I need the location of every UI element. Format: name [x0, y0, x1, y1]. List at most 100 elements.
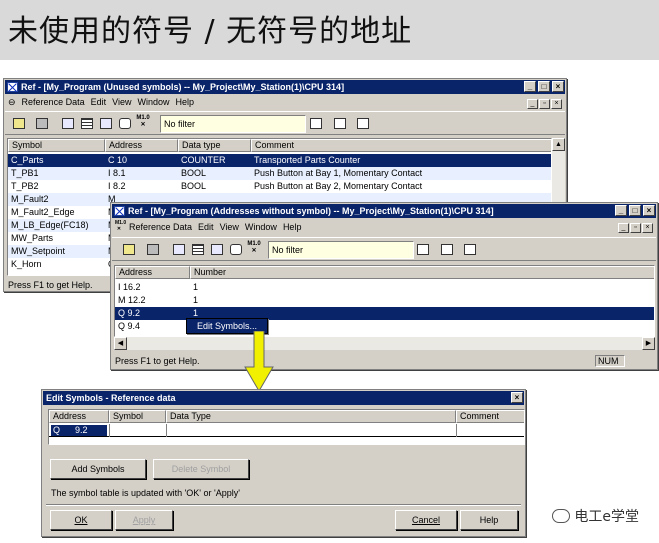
col-comment[interactable]: Comment [251, 139, 551, 152]
help-icon[interactable] [354, 115, 372, 133]
menu-help[interactable]: Help [172, 96, 197, 109]
separator [46, 504, 521, 506]
filter-icon[interactable] [307, 115, 325, 133]
symbol-cell: MW_Setpoint [11, 246, 66, 256]
scroll-left-button[interactable]: ◀ [114, 337, 127, 350]
symbol-cell: M_Fault2_Edge [11, 207, 75, 217]
col-address[interactable]: Address [115, 266, 190, 279]
ok-button[interactable]: OK [50, 510, 112, 530]
close-button[interactable]: × [552, 81, 564, 92]
table-row[interactable]: T_PB1 I 8.1 BOOL Push Button at Bay 1, Mome… [8, 167, 551, 180]
close-button[interactable]: × [643, 205, 655, 216]
comment-cell: Push Button at Bay 2, Momentary Contact [254, 181, 423, 191]
mdi-restore-button[interactable]: ▫ [539, 99, 550, 109]
edit-symbols-dialog: Edit Symbols - Reference data × Address … [41, 389, 526, 537]
help-button[interactable]: Help [460, 510, 518, 530]
cancel-button[interactable]: Cancel [395, 510, 457, 530]
status-bar: Press F1 to get Help. NUM [112, 354, 656, 368]
window-titlebar[interactable]: Ref - [My_Program (Unused symbols) -- My… [5, 80, 565, 94]
mdi-close-button[interactable]: × [551, 99, 562, 109]
col-number[interactable]: Number [190, 266, 654, 279]
table-row[interactable]: I 16.2 1 [115, 281, 654, 294]
menu-icon[interactable]: M1.0 ✕ [112, 220, 126, 232]
program-structure-icon[interactable] [97, 115, 115, 133]
add-symbols-button[interactable]: Add Symbols [50, 459, 146, 479]
col-symbol[interactable]: Symbol [8, 139, 105, 152]
address-cell: M 12.2 [118, 295, 146, 305]
maximize-button[interactable]: □ [538, 81, 550, 92]
menu-window[interactable]: Window [242, 221, 280, 234]
address-number: 9.2 [75, 425, 88, 435]
dialog-close-button[interactable]: × [511, 392, 523, 403]
col-datatype[interactable]: Data type [178, 139, 251, 152]
cross-reference-icon[interactable] [59, 115, 77, 133]
menu-help[interactable]: Help [280, 221, 305, 234]
address-cell: I 16.2 [118, 282, 141, 292]
print-icon[interactable] [144, 241, 162, 259]
table-row[interactable]: Q 9.2 [49, 424, 524, 437]
datatype-cell: BOOL [181, 181, 207, 191]
table-row[interactable]: T_PB2 I 8.2 BOOL Push Button at Bay 2, Mome… [8, 180, 551, 193]
no-symbol-icon[interactable]: M1.0 ✕ [136, 115, 150, 133]
address-cell: Q 9.4 [118, 321, 141, 331]
menu-reference-data[interactable]: Reference Data [126, 221, 195, 234]
comment-cell[interactable] [456, 424, 524, 437]
address-cell: C 10 [108, 155, 128, 165]
new-window-icon[interactable] [438, 241, 456, 259]
mdi-minimize-button[interactable]: _ [527, 99, 538, 109]
window-titlebar[interactable]: Ref - [My_Program (Addresses without sym… [112, 204, 656, 218]
col-data-type[interactable]: Data Type [166, 410, 456, 423]
table-row[interactable]: M 12.2 1 [115, 294, 654, 307]
horizontal-scrollbar[interactable]: ◀ ▶ [114, 337, 655, 350]
filter-field[interactable]: No filter [160, 115, 306, 133]
address-cell: Q 9.2 [118, 308, 141, 318]
unused-symbols-icon[interactable] [116, 115, 134, 133]
menu-view[interactable]: View [217, 221, 242, 234]
symbol-cell: M_LB_Edge(FC18) [11, 220, 89, 230]
symbol-cell: T_PB1 [11, 168, 39, 178]
menu-edit[interactable]: Edit [195, 221, 217, 234]
open-icon[interactable] [120, 241, 138, 259]
data-type-cell[interactable] [166, 424, 456, 437]
scroll-right-button[interactable]: ▶ [642, 337, 655, 350]
symbol-cell[interactable] [109, 424, 166, 437]
new-window-icon[interactable] [331, 115, 349, 133]
delete-symbol-button[interactable]: Delete Symbol [153, 459, 249, 479]
assignment-icon[interactable] [189, 241, 207, 259]
filter-field[interactable]: No filter [268, 241, 414, 259]
no-symbol-icon[interactable]: M1.0 ✕ [247, 241, 261, 259]
scroll-up-button[interactable]: ▲ [552, 138, 565, 151]
mdi-minimize-button[interactable]: _ [618, 223, 629, 233]
program-structure-icon[interactable] [208, 241, 226, 259]
assignment-icon[interactable] [78, 115, 96, 133]
col-address[interactable]: Address [105, 139, 178, 152]
minimize-button[interactable]: _ [615, 205, 627, 216]
filter-icon[interactable] [414, 241, 432, 259]
col-address[interactable]: Address [49, 410, 109, 423]
maximize-button[interactable]: □ [629, 205, 641, 216]
help-icon[interactable] [461, 241, 479, 259]
unused-symbols-icon[interactable] [227, 241, 245, 259]
menu-window[interactable]: Window [134, 96, 172, 109]
col-symbol[interactable]: Symbol [109, 410, 166, 423]
menu-edit[interactable]: Edit [88, 96, 110, 109]
cross-reference-icon[interactable] [170, 241, 188, 259]
menu-view[interactable]: View [109, 96, 134, 109]
minimize-button[interactable]: _ [524, 81, 536, 92]
open-icon[interactable] [10, 115, 28, 133]
mdi-restore-button[interactable]: ▫ [630, 223, 641, 233]
mdi-close-button[interactable]: × [642, 223, 653, 233]
menu-icon[interactable]: ⊖ [5, 96, 19, 109]
col-comment[interactable]: Comment [456, 410, 524, 423]
print-icon[interactable] [33, 115, 51, 133]
table-row[interactable]: C_Parts C 10 COUNTER Transported Parts Coun… [8, 154, 551, 167]
menu-reference-data[interactable]: Reference Data [19, 96, 88, 109]
symbol-cell: C_Parts [11, 155, 44, 165]
window-title: Ref - [My_Program (Unused symbols) -- My… [21, 82, 345, 92]
wechat-icon [552, 509, 571, 523]
header-title: 未使用的符号 / 无符号的地址 [8, 14, 413, 49]
app-icon [7, 82, 18, 92]
dialog-titlebar[interactable]: Edit Symbols - Reference data × [43, 391, 524, 405]
address-cell[interactable]: Q 9.2 [51, 425, 107, 436]
apply-button[interactable]: Apply [115, 510, 173, 530]
